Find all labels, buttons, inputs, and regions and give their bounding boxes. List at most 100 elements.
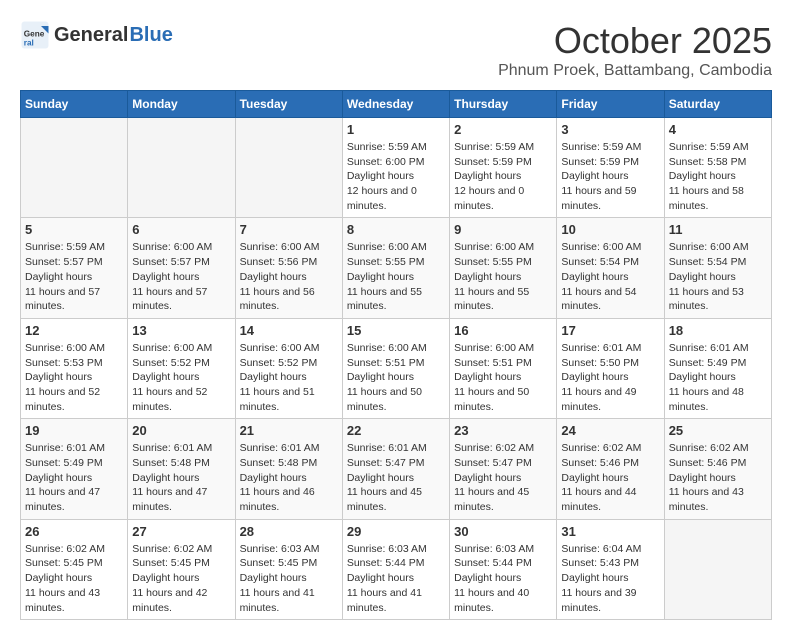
day-number: 8: [347, 222, 445, 237]
day-number: 9: [454, 222, 552, 237]
calendar-cell: 5 Sunrise: 5:59 AMSunset: 5:57 PMDaylight…: [21, 218, 128, 318]
calendar-cell: 3Sunrise: 5:59 AMSunset: 5:59 PMDaylight…: [557, 118, 664, 218]
day-number: 4: [669, 122, 767, 137]
day-number: 2: [454, 122, 552, 137]
month-title: October 2025: [498, 20, 772, 62]
calendar-cell: 1Sunrise: 5:59 AMSunset: 6:00 PMDaylight…: [342, 118, 449, 218]
day-number: 22: [347, 423, 445, 438]
day-number: 21: [240, 423, 338, 438]
logo-icon: Gene ral: [20, 20, 50, 50]
day-header-tuesday: Tuesday: [235, 91, 342, 118]
logo-blue: Blue: [129, 24, 172, 47]
calendar-cell: 21 Sunrise: 6:01 AMSunset: 5:48 PMDayligh…: [235, 419, 342, 519]
calendar-cell: 29 Sunrise: 6:03 AMSunset: 5:44 PMDayligh…: [342, 519, 449, 619]
day-number: 18: [669, 323, 767, 338]
day-header-saturday: Saturday: [664, 91, 771, 118]
calendar-cell: 25 Sunrise: 6:02 AMSunset: 5:46 PMDayligh…: [664, 419, 771, 519]
calendar-cell: 10 Sunrise: 6:00 AMSunset: 5:54 PMDayligh…: [557, 218, 664, 318]
day-info: Sunrise: 6:03 AMSunset: 5:44 PMDaylight …: [347, 542, 445, 615]
day-info: Sunrise: 6:00 AMSunset: 5:51 PMDaylight …: [454, 341, 552, 414]
calendar-cell: 9 Sunrise: 6:00 AMSunset: 5:55 PMDaylight…: [450, 218, 557, 318]
calendar-cell: 24 Sunrise: 6:02 AMSunset: 5:46 PMDayligh…: [557, 419, 664, 519]
calendar-cell: 20 Sunrise: 6:01 AMSunset: 5:48 PMDayligh…: [128, 419, 235, 519]
day-number: 1: [347, 122, 445, 137]
calendar-cell: 6 Sunrise: 6:00 AMSunset: 5:57 PMDaylight…: [128, 218, 235, 318]
svg-text:ral: ral: [24, 39, 34, 48]
calendar-cell: 4 Sunrise: 5:59 AMSunset: 5:58 PMDaylight…: [664, 118, 771, 218]
day-info: Sunrise: 6:02 AMSunset: 5:45 PMDaylight …: [132, 542, 230, 615]
day-info: Sunrise: 6:00 AMSunset: 5:52 PMDaylight …: [132, 341, 230, 414]
day-number: 6: [132, 222, 230, 237]
day-info: Sunrise: 6:03 AMSunset: 5:45 PMDaylight …: [240, 542, 338, 615]
day-number: 23: [454, 423, 552, 438]
calendar-cell: [664, 519, 771, 619]
day-number: 5: [25, 222, 123, 237]
day-info: Sunrise: 6:00 AMSunset: 5:53 PMDaylight …: [25, 341, 123, 414]
logo-text: GeneralBlue: [54, 24, 173, 47]
calendar-header-row: SundayMondayTuesdayWednesdayThursdayFrid…: [21, 91, 772, 118]
day-number: 7: [240, 222, 338, 237]
calendar-week-row: 19Sunrise: 6:01 AMSunset: 5:49 PMDayligh…: [21, 419, 772, 519]
calendar-cell: 14 Sunrise: 6:00 AMSunset: 5:52 PMDayligh…: [235, 318, 342, 418]
calendar-cell: 27Sunrise: 6:02 AMSunset: 5:45 PMDayligh…: [128, 519, 235, 619]
calendar-table: SundayMondayTuesdayWednesdayThursdayFrid…: [20, 90, 772, 620]
day-number: 10: [561, 222, 659, 237]
calendar-cell: 26 Sunrise: 6:02 AMSunset: 5:45 PMDayligh…: [21, 519, 128, 619]
calendar-cell: 19Sunrise: 6:01 AMSunset: 5:49 PMDayligh…: [21, 419, 128, 519]
day-header-wednesday: Wednesday: [342, 91, 449, 118]
day-info: Sunrise: 6:01 AMSunset: 5:50 PMDaylight …: [561, 341, 659, 414]
day-info: Sunrise: 6:01 AMSunset: 5:48 PMDaylight …: [132, 441, 230, 514]
day-info: Sunrise: 6:00 AMSunset: 5:57 PMDaylight …: [132, 240, 230, 313]
logo: Gene ral GeneralBlue: [20, 20, 173, 50]
calendar-cell: 30Sunrise: 6:03 AMSunset: 5:44 PMDayligh…: [450, 519, 557, 619]
day-number: 30: [454, 524, 552, 539]
calendar-cell: 23 Sunrise: 6:02 AMSunset: 5:47 PMDayligh…: [450, 419, 557, 519]
location-title: Phnum Proek, Battambang, Cambodia: [498, 62, 772, 80]
day-number: 3: [561, 122, 659, 137]
day-number: 24: [561, 423, 659, 438]
calendar-week-row: 5 Sunrise: 5:59 AMSunset: 5:57 PMDaylight…: [21, 218, 772, 318]
day-number: 14: [240, 323, 338, 338]
day-info: Sunrise: 6:02 AMSunset: 5:45 PMDaylight …: [25, 542, 123, 615]
day-number: 25: [669, 423, 767, 438]
day-number: 11: [669, 222, 767, 237]
day-info: Sunrise: 6:00 AMSunset: 5:51 PMDaylight …: [347, 341, 445, 414]
calendar-cell: 2 Sunrise: 5:59 AMSunset: 5:59 PMDaylight…: [450, 118, 557, 218]
day-info: Sunrise: 5:59 AMSunset: 5:57 PMDaylight …: [25, 240, 123, 313]
calendar-cell: 8Sunrise: 6:00 AMSunset: 5:55 PMDaylight…: [342, 218, 449, 318]
day-info: Sunrise: 6:04 AMSunset: 5:43 PMDaylight …: [561, 542, 659, 615]
title-section: October 2025 Phnum Proek, Battambang, Ca…: [498, 20, 772, 80]
calendar-cell: 12Sunrise: 6:00 AMSunset: 5:53 PMDayligh…: [21, 318, 128, 418]
day-number: 13: [132, 323, 230, 338]
day-info: Sunrise: 6:01 AMSunset: 5:47 PMDaylight …: [347, 441, 445, 514]
day-number: 29: [347, 524, 445, 539]
day-info: Sunrise: 5:59 AMSunset: 5:59 PMDaylight …: [454, 140, 552, 213]
calendar-cell: 18Sunrise: 6:01 AMSunset: 5:49 PMDayligh…: [664, 318, 771, 418]
day-info: Sunrise: 6:02 AMSunset: 5:46 PMDaylight …: [669, 441, 767, 514]
day-info: Sunrise: 6:02 AMSunset: 5:46 PMDaylight …: [561, 441, 659, 514]
day-number: 15: [347, 323, 445, 338]
calendar-cell: 17 Sunrise: 6:01 AMSunset: 5:50 PMDayligh…: [557, 318, 664, 418]
day-header-thursday: Thursday: [450, 91, 557, 118]
calendar-cell: [21, 118, 128, 218]
day-header-sunday: Sunday: [21, 91, 128, 118]
day-number: 20: [132, 423, 230, 438]
day-info: Sunrise: 6:00 AMSunset: 5:54 PMDaylight …: [561, 240, 659, 313]
day-header-monday: Monday: [128, 91, 235, 118]
day-number: 16: [454, 323, 552, 338]
day-info: Sunrise: 6:00 AMSunset: 5:54 PMDaylight …: [669, 240, 767, 313]
calendar-cell: [128, 118, 235, 218]
day-number: 19: [25, 423, 123, 438]
calendar-cell: 13 Sunrise: 6:00 AMSunset: 5:52 PMDayligh…: [128, 318, 235, 418]
day-info: Sunrise: 6:02 AMSunset: 5:47 PMDaylight …: [454, 441, 552, 514]
day-info: Sunrise: 6:00 AMSunset: 5:52 PMDaylight …: [240, 341, 338, 414]
calendar-week-row: 1Sunrise: 5:59 AMSunset: 6:00 PMDaylight…: [21, 118, 772, 218]
day-info: Sunrise: 6:00 AMSunset: 5:55 PMDaylight …: [454, 240, 552, 313]
day-info: Sunrise: 6:01 AMSunset: 5:48 PMDaylight …: [240, 441, 338, 514]
day-number: 26: [25, 524, 123, 539]
day-number: 17: [561, 323, 659, 338]
day-number: 28: [240, 524, 338, 539]
day-info: Sunrise: 5:59 AMSunset: 5:58 PMDaylight …: [669, 140, 767, 213]
day-header-friday: Friday: [557, 91, 664, 118]
logo-general: General: [54, 24, 128, 47]
